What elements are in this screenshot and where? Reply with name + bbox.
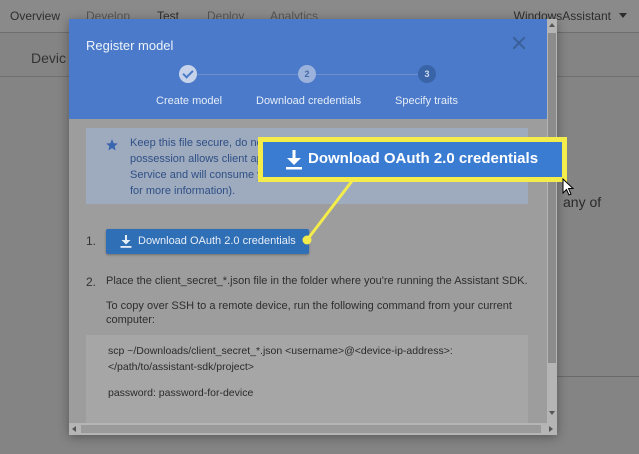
download-icon <box>286 150 302 170</box>
step-number-2: 2. <box>86 275 97 289</box>
download-icon <box>120 235 132 248</box>
scroll-right-icon[interactable] <box>549 426 553 432</box>
horizontal-scrollbar[interactable] <box>69 423 557 435</box>
download-credentials-button[interactable]: Download OAuth 2.0 credentials <box>106 229 309 254</box>
download-button-label: Download OAuth 2.0 credentials <box>138 235 296 247</box>
dialog-title: Register model <box>86 38 174 53</box>
code-block: scp ~/Downloads/client_secret_*.json <us… <box>86 335 528 425</box>
mouse-cursor-icon <box>562 178 574 196</box>
horizontal-scroll-thumb[interactable] <box>81 425 541 433</box>
info-line-3: Service and will consume y <box>130 169 263 181</box>
info-line-1: Keep this file secure, do not <box>130 137 266 149</box>
close-icon[interactable] <box>512 36 526 50</box>
info-line-4: for more information). <box>130 185 236 197</box>
code-line-2: </path/to/assistant-sdk/project> <box>108 361 254 373</box>
ssh-instructions-line-1: To copy over SSH to a remote device, run… <box>106 300 512 312</box>
code-line-3: password: password-for-device <box>108 387 254 399</box>
register-model-dialog: Register model 2 3 Create model Download… <box>69 19 557 435</box>
step-3-label[interactable]: Specify traits <box>395 95 458 107</box>
step-1-label[interactable]: Create model <box>156 95 222 107</box>
chevron-down-icon[interactable] <box>619 13 627 18</box>
info-line-2: possession allows client ap <box>130 153 263 165</box>
ssh-instructions-line-2: computer: <box>106 314 155 326</box>
nav-overview[interactable]: Overview <box>10 9 60 23</box>
step-2-text: Place the client_secret_*.json file in t… <box>106 275 528 287</box>
scroll-up-icon[interactable] <box>549 23 555 27</box>
step-3-circle: 3 <box>418 65 436 83</box>
vertical-scrollbar[interactable] <box>547 19 557 435</box>
scroll-left-icon[interactable] <box>72 426 76 432</box>
stepper-connector-1 <box>196 74 298 75</box>
background-side-divider <box>556 376 639 377</box>
step-2-circle: 2 <box>298 65 316 83</box>
background-card-title: Devic <box>31 50 67 66</box>
callout-button[interactable]: Download OAuth 2.0 credentials <box>263 142 562 177</box>
stepper-connector-2 <box>316 74 418 75</box>
download-credentials-callout: Download OAuth 2.0 credentials <box>258 137 567 182</box>
vertical-scroll-thumb[interactable] <box>548 33 556 363</box>
callout-label: Download OAuth 2.0 credentials <box>308 150 539 167</box>
step-1-check-icon <box>179 65 197 83</box>
star-icon <box>106 139 118 151</box>
step-2-label[interactable]: Download credentials <box>256 95 361 107</box>
step-number-1: 1. <box>86 234 97 248</box>
background-side-text: any of <box>563 194 602 210</box>
scroll-down-icon[interactable] <box>549 411 555 415</box>
code-line-1: scp ~/Downloads/client_secret_*.json <us… <box>108 345 453 357</box>
dialog-header: Register model 2 3 Create model Download… <box>69 19 557 119</box>
